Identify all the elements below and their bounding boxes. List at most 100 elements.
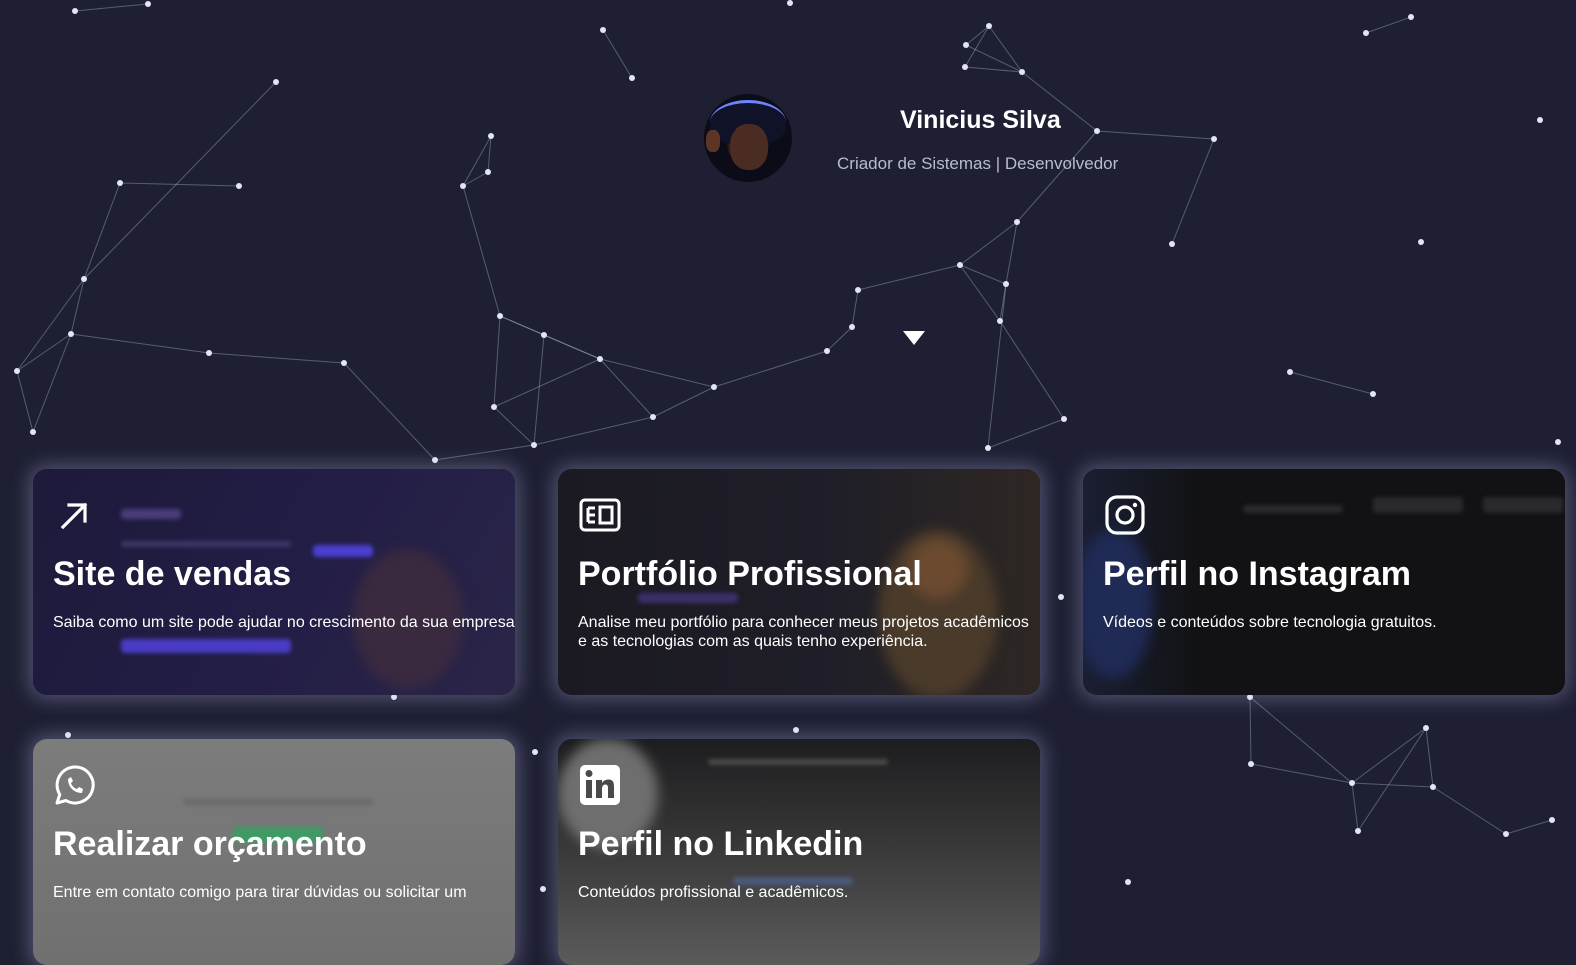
network-node <box>14 368 20 374</box>
network-node <box>1355 828 1361 834</box>
network-node <box>531 442 537 448</box>
network-node <box>793 727 799 733</box>
network-edge <box>462 185 501 317</box>
card-description: Conteúdos profissional e acadêmicos. <box>578 884 849 901</box>
network-edge <box>1249 696 1252 765</box>
card-description: Saiba como um site pode ajudar no cresci… <box>53 614 515 631</box>
network-edge <box>826 326 853 352</box>
network-edge <box>959 221 1018 266</box>
network-node <box>1248 761 1254 767</box>
network-node <box>849 324 855 330</box>
network-node <box>985 445 991 451</box>
network-node <box>1423 725 1429 731</box>
card-description: Analise meu portfólio para conhecer meus… <box>578 614 1029 650</box>
network-node <box>485 169 491 175</box>
network-node <box>81 276 87 282</box>
network-edge <box>119 182 240 187</box>
scroll-down-arrow-icon[interactable] <box>903 331 925 345</box>
network-edge <box>16 278 85 372</box>
network-node <box>1370 391 1376 397</box>
arrow-up-right-icon <box>53 493 97 537</box>
network-edge <box>70 333 210 354</box>
card-description: Entre em contato comigo para tirar dúvid… <box>53 884 467 901</box>
network-node <box>491 404 497 410</box>
network-node <box>824 348 830 354</box>
card-title: Perfil no Instagram <box>1103 555 1411 593</box>
card-perfil-linkedin[interactable]: Perfil no Linkedin Conteúdos profissiona… <box>558 739 1040 965</box>
network-node <box>341 360 347 366</box>
network-node <box>497 313 503 319</box>
network-node <box>460 183 466 189</box>
network-edge <box>988 25 1023 73</box>
network-edge <box>1365 16 1412 34</box>
network-node <box>629 75 635 81</box>
network-node <box>72 8 78 14</box>
network-edge <box>1505 819 1553 835</box>
network-edge <box>999 320 1065 420</box>
network-edge <box>533 416 654 446</box>
network-edge <box>74 3 149 12</box>
network-node <box>1418 239 1424 245</box>
network-node <box>600 27 606 33</box>
newspaper-icon <box>578 493 622 537</box>
network-node <box>1061 416 1067 422</box>
network-node <box>68 331 74 337</box>
network-node <box>986 23 992 29</box>
network-node <box>540 886 546 892</box>
network-edge <box>493 406 535 446</box>
network-node <box>997 318 1003 324</box>
network-edge <box>83 182 121 280</box>
network-edge <box>32 333 72 433</box>
network-node <box>1503 831 1509 837</box>
instagram-icon <box>1103 493 1147 537</box>
network-node <box>117 180 123 186</box>
network-node <box>1430 784 1436 790</box>
network-node <box>488 133 494 139</box>
network-edge <box>857 264 961 291</box>
network-node <box>1287 369 1293 375</box>
network-edge <box>851 289 859 328</box>
network-edge <box>16 333 72 372</box>
network-edge <box>599 358 715 388</box>
card-portfolio-profissional[interactable]: Portfólio Profissional Analise meu portf… <box>558 469 1040 695</box>
card-title: Portfólio Profissional <box>578 555 922 593</box>
network-edge <box>1425 727 1434 788</box>
network-node <box>1537 117 1543 123</box>
network-edge <box>499 315 601 360</box>
whatsapp-icon <box>53 763 97 807</box>
network-node <box>650 414 656 420</box>
network-edge <box>599 358 654 418</box>
network-edge <box>434 444 535 461</box>
network-edge <box>343 362 436 461</box>
network-node <box>855 287 861 293</box>
network-edge <box>987 418 1065 449</box>
network-edge <box>533 334 545 446</box>
network-edge <box>602 29 633 79</box>
network-node <box>145 1 151 7</box>
network-node <box>273 79 279 85</box>
network-edge <box>965 25 990 46</box>
network-edge <box>1351 782 1434 788</box>
network-edge <box>1289 371 1374 395</box>
network-node <box>1058 594 1064 600</box>
card-site-de-vendas[interactable]: Site de vendas Saiba como um site pode a… <box>33 469 515 695</box>
profile-name: Vinicius Silva <box>900 106 1061 134</box>
network-node <box>597 356 603 362</box>
network-node <box>206 350 212 356</box>
network-node <box>1169 241 1175 247</box>
network-edge <box>1357 727 1427 832</box>
network-edge <box>83 81 277 280</box>
network-edge <box>1250 763 1353 784</box>
card-perfil-instagram[interactable]: Perfil no Instagram Vídeos e conteúdos s… <box>1083 469 1565 695</box>
network-edge <box>713 350 828 388</box>
network-node <box>787 0 793 6</box>
network-node <box>65 732 71 738</box>
card-title: Perfil no Linkedin <box>578 825 864 863</box>
network-node <box>711 384 717 390</box>
network-edge <box>1005 221 1018 285</box>
network-node <box>532 749 538 755</box>
network-node <box>1211 136 1217 142</box>
card-realizar-orcamento[interactable]: Realizar orçamento Entre em contato comi… <box>33 739 515 965</box>
network-node <box>1349 780 1355 786</box>
network-edge <box>1351 727 1427 784</box>
